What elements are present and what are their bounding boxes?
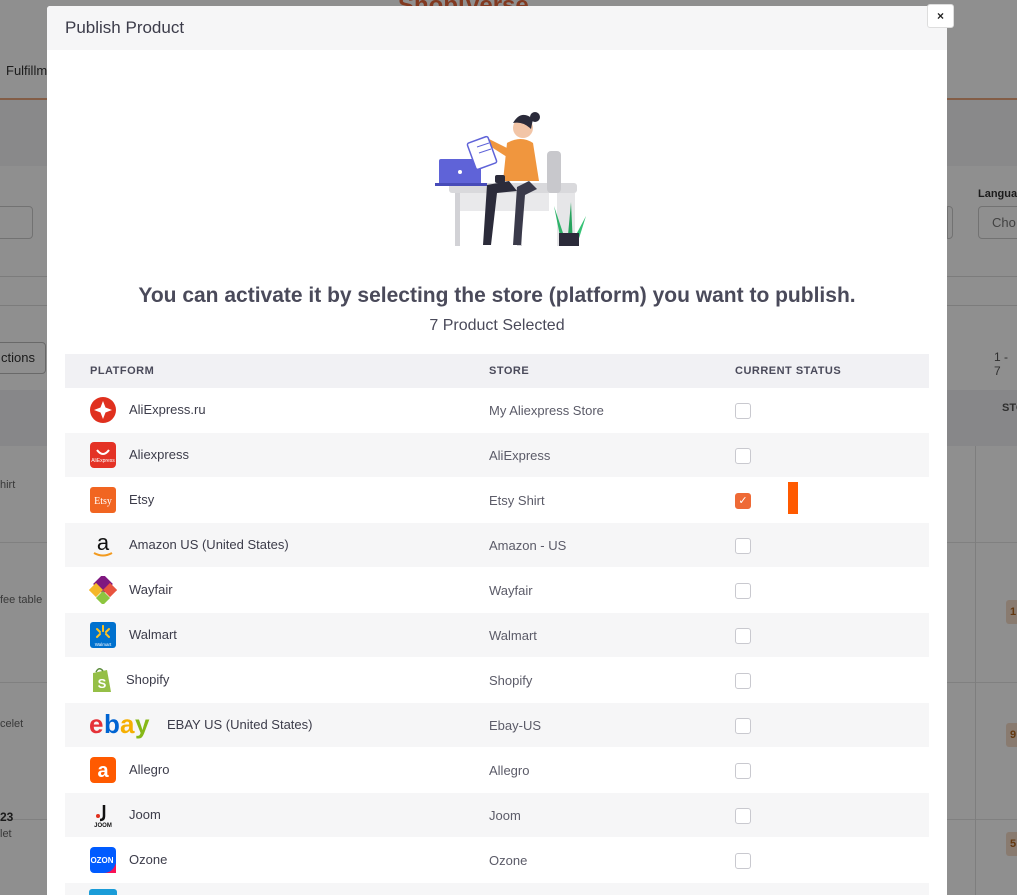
selected-count: 7 Product Selected <box>429 317 565 334</box>
ebay-letter-b: b <box>104 711 120 739</box>
platform-row[interactable]: OZON Ozone Ozone <box>65 838 929 883</box>
platform-table: PLATFORM STORE CURRENT STATUS AliExpress… <box>65 354 929 895</box>
etsy-logo-text: Etsy <box>94 496 112 507</box>
platform-name: Wayfair <box>129 582 173 597</box>
walmart-icon: Walmart <box>89 621 117 649</box>
platform-name: Joom <box>129 807 161 822</box>
wayfair-icon <box>89 576 117 604</box>
allegro-icon: a <box>89 756 117 784</box>
platform-row-partial[interactable] <box>65 883 929 895</box>
platform-row[interactable]: e b a y EBAY US (United States) Ebay-US <box>65 703 929 748</box>
status-checkbox[interactable] <box>735 448 751 464</box>
ebay-letter-y: y <box>135 711 150 739</box>
platform-row[interactable]: a Allegro Allegro <box>65 748 929 793</box>
store-name: AliExpress <box>489 448 551 463</box>
status-checkbox[interactable] <box>735 853 751 869</box>
store-name: Joom <box>489 808 521 823</box>
ebay-letter-e: e <box>89 711 103 739</box>
status-checkbox[interactable] <box>735 628 751 644</box>
store-name: Allegro <box>489 763 530 778</box>
status-checkbox[interactable] <box>735 718 751 734</box>
svg-text:S: S <box>98 676 107 691</box>
platform-name: AliExpress.ru <box>129 402 206 417</box>
status-checkbox-checked[interactable]: ✓ <box>735 493 751 509</box>
platform-name: Etsy <box>129 492 155 507</box>
platform-table-header: PLATFORM STORE CURRENT STATUS <box>65 354 929 388</box>
platform-name: Aliexpress <box>129 447 189 462</box>
close-button[interactable]: × <box>927 4 954 28</box>
amazon-logo-text: a <box>97 531 110 555</box>
platform-row[interactable]: Etsy Etsy Etsy Shirt ✓ <box>65 478 929 523</box>
platform-name: Walmart <box>129 627 177 642</box>
platform-row[interactable]: JOOM Joom Joom <box>65 793 929 838</box>
status-checkbox[interactable] <box>735 763 751 779</box>
platform-icon-partial <box>89 889 117 895</box>
platform-row[interactable]: Wayfair Wayfair <box>65 568 929 613</box>
column-header-platform: PLATFORM <box>90 365 155 377</box>
modal-header: Publish Product <box>47 6 947 50</box>
store-name: Wayfair <box>489 583 533 598</box>
ebay-icon: e b a y <box>89 711 155 739</box>
selection-marker <box>788 482 798 514</box>
status-checkbox[interactable] <box>735 403 751 419</box>
platform-name: Ozone <box>129 852 168 867</box>
aliexpress-logo-text: AliExpress <box>91 458 115 464</box>
store-name: Ebay-US <box>489 718 542 733</box>
column-header-status: CURRENT STATUS <box>735 365 842 377</box>
status-checkbox[interactable] <box>735 673 751 689</box>
aliexpress-ru-icon <box>89 396 117 424</box>
platform-row[interactable]: AliExpress Aliexpress AliExpress <box>65 433 929 478</box>
store-name: Etsy Shirt <box>489 493 545 508</box>
shopify-icon: S <box>87 666 115 694</box>
status-checkbox[interactable] <box>735 583 751 599</box>
store-name: Amazon - US <box>489 538 567 553</box>
joom-logo-text: JOOM <box>94 823 112 829</box>
modal-headline: You can activate it by selecting the sto… <box>138 284 856 307</box>
platform-row[interactable]: S Shopify Shopify <box>65 658 929 703</box>
platform-name: EBAY US (United States) <box>167 717 313 732</box>
joom-icon: JOOM <box>89 801 117 829</box>
modal-title: Publish Product <box>65 18 185 37</box>
platform-row[interactable]: Walmart Walmart Walmart <box>65 613 929 658</box>
platform-name: Shopify <box>126 672 170 687</box>
column-header-store: STORE <box>489 365 530 377</box>
store-name: Walmart <box>489 628 537 643</box>
ebay-letter-a: a <box>120 711 135 739</box>
platform-row[interactable]: a Amazon US (United States) Amazon - US <box>65 523 929 568</box>
status-checkbox[interactable] <box>735 538 751 554</box>
ozon-logo-text: OZON <box>90 856 113 865</box>
publish-product-modal: Publish Product You can activate it by s… <box>47 6 947 895</box>
walmart-logo-text: Walmart <box>95 642 112 647</box>
amazon-icon: a <box>89 531 117 559</box>
etsy-icon: Etsy <box>89 486 117 514</box>
store-name: Shopify <box>489 673 533 688</box>
platform-name: Amazon US (United States) <box>129 537 289 552</box>
store-name: My Aliexpress Store <box>489 403 604 418</box>
aliexpress-icon: AliExpress <box>89 441 117 469</box>
status-checkbox[interactable] <box>735 808 751 824</box>
store-name: Ozone <box>489 853 528 868</box>
platform-name: Allegro <box>129 762 170 777</box>
platform-row[interactable]: AliExpress.ru My Aliexpress Store <box>65 388 929 433</box>
allegro-logo-text: a <box>97 760 109 782</box>
ozon-icon: OZON <box>89 846 117 874</box>
publish-illustration <box>435 112 586 246</box>
